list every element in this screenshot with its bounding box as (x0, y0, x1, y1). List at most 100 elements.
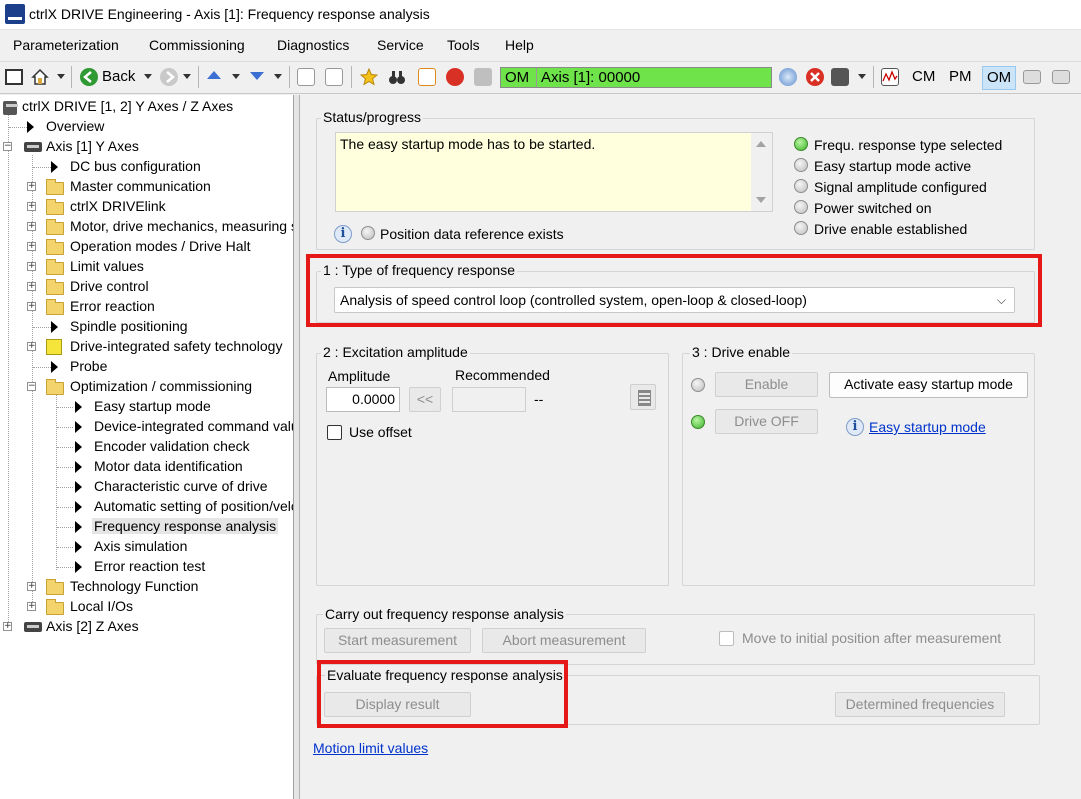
determined-frequencies-button[interactable]: Determined frequencies (835, 692, 1005, 717)
drive-status-icon[interactable] (831, 68, 849, 86)
down-dropdown-icon[interactable] (274, 74, 282, 79)
tree-item-label: Local I/Os (70, 598, 134, 614)
tree-guide-line (8, 115, 9, 630)
scroll-up-icon[interactable] (756, 141, 766, 147)
indicator-led-drive-enable (794, 221, 808, 235)
expand-icon[interactable]: + (27, 222, 36, 231)
move-initial-checkbox[interactable] (719, 631, 734, 646)
use-offset-checkbox[interactable] (327, 425, 342, 440)
drive-off-led (691, 415, 705, 429)
expand-icon[interactable]: + (27, 342, 36, 351)
back-arrow-icon[interactable] (80, 68, 98, 86)
tree-guide-line (9, 127, 27, 128)
binoculars-icon[interactable] (388, 68, 406, 86)
tree-guide-line (57, 427, 73, 428)
collapse-icon[interactable]: − (27, 382, 36, 391)
calendar-icon[interactable] (418, 68, 436, 86)
drive-status-dropdown-icon[interactable] (858, 74, 866, 79)
pane-splitter[interactable] (294, 95, 300, 799)
tree-item-label: DC bus configuration (70, 158, 201, 174)
indicator-label: Power switched on (814, 200, 932, 216)
menu-service[interactable]: Service (377, 37, 424, 53)
highlight-box (317, 660, 568, 728)
home-icon[interactable] (31, 68, 49, 86)
menu-help[interactable]: Help (505, 37, 534, 53)
expand-icon[interactable]: + (27, 182, 36, 191)
tree-item-label-selected: Frequency response analysis (92, 518, 279, 534)
toolbar-separator (198, 66, 199, 88)
oscilloscope-icon[interactable] (881, 68, 899, 86)
panel-layout-2-icon[interactable] (1052, 70, 1070, 84)
drive-off-button[interactable]: Drive OFF (715, 409, 818, 434)
folder-icon (46, 599, 64, 615)
expand-icon[interactable]: + (27, 262, 36, 271)
page-arrow-icon (51, 321, 58, 333)
page-arrow-icon (51, 161, 58, 173)
mode-pm-button[interactable]: PM (945, 66, 976, 90)
easy-startup-link[interactable]: Easy startup mode (869, 419, 986, 435)
folder-icon (46, 259, 64, 275)
menu-diagnostics[interactable]: Diagnostics (277, 37, 349, 53)
page-arrow-icon (75, 541, 82, 553)
menu-tools[interactable]: Tools (447, 37, 480, 53)
expand-icon[interactable]: + (27, 582, 36, 591)
highlight-box (306, 254, 1042, 327)
indicator-led-freq-type (794, 137, 808, 151)
indicator-led-power (794, 200, 808, 214)
forward-dropdown-icon[interactable] (183, 74, 191, 79)
toolbar-separator (71, 66, 72, 88)
scroll-down-icon[interactable] (756, 197, 766, 203)
folder-icon (46, 219, 64, 235)
operating-mode-short: OM (505, 69, 530, 86)
clear-error-icon[interactable] (806, 68, 824, 86)
tree-item-label: Operation modes / Drive Halt (70, 238, 251, 254)
expand-icon[interactable]: + (27, 242, 36, 251)
back-button[interactable]: Back (102, 68, 135, 85)
panel-layout-icon[interactable] (1023, 70, 1041, 84)
tree-item-label: Automatic setting of position/velo (94, 498, 294, 514)
start-measurement-button[interactable]: Start measurement (324, 628, 471, 653)
expand-icon[interactable]: + (3, 622, 12, 631)
tree-item-label: Characteristic curve of drive (94, 478, 268, 494)
param-download-icon[interactable] (325, 68, 343, 86)
forward-arrow-icon[interactable] (160, 68, 178, 86)
status-scrollbar[interactable] (751, 133, 772, 211)
menu-commissioning[interactable]: Commissioning (149, 37, 245, 53)
expand-icon[interactable]: + (27, 302, 36, 311)
amplitude-input[interactable]: 0.0000 (326, 387, 400, 412)
tree-guide-line (33, 367, 51, 368)
recommended-field (452, 387, 526, 412)
home-dropdown-icon[interactable] (57, 74, 65, 79)
drive-controller-icon (3, 101, 18, 115)
mode-cm-button[interactable]: CM (908, 66, 939, 90)
indicator-led-easy-startup (794, 158, 808, 172)
page-arrow-icon (75, 421, 82, 433)
expand-icon[interactable]: + (27, 602, 36, 611)
down-arrow-icon[interactable] (250, 72, 264, 80)
window-icon[interactable] (5, 69, 23, 85)
status-divider (536, 68, 537, 87)
up-dropdown-icon[interactable] (232, 74, 240, 79)
param-upload-icon[interactable] (297, 68, 315, 86)
axis-status-bar: OM Axis [1]: 00000 (500, 67, 772, 88)
up-arrow-icon[interactable] (207, 71, 221, 79)
position-ref-led (361, 226, 375, 240)
mode-om-button[interactable]: OM (982, 66, 1017, 90)
collapse-icon[interactable]: − (3, 142, 12, 151)
calculator-icon[interactable] (630, 384, 656, 410)
amplitude-label: Amplitude (328, 368, 391, 384)
enable-button[interactable]: Enable (715, 372, 818, 397)
tree-item-label: Motor, drive mechanics, measuring sy (70, 218, 294, 234)
globe-icon[interactable] (779, 68, 797, 86)
expand-icon[interactable]: + (27, 202, 36, 211)
motion-limit-values-link[interactable]: Motion limit values (313, 740, 428, 756)
abort-measurement-button[interactable]: Abort measurement (482, 628, 646, 653)
favorite-star-icon[interactable] (359, 67, 379, 86)
back-dropdown-icon[interactable] (144, 74, 152, 79)
copy-recommended-button[interactable]: << (409, 387, 441, 412)
error-star-icon[interactable] (446, 68, 464, 86)
expand-icon[interactable]: + (27, 282, 36, 291)
menu-parameterization[interactable]: Parameterization (13, 37, 119, 53)
activate-easy-startup-button[interactable]: Activate easy startup mode (829, 372, 1028, 398)
device-icon[interactable] (474, 68, 492, 86)
